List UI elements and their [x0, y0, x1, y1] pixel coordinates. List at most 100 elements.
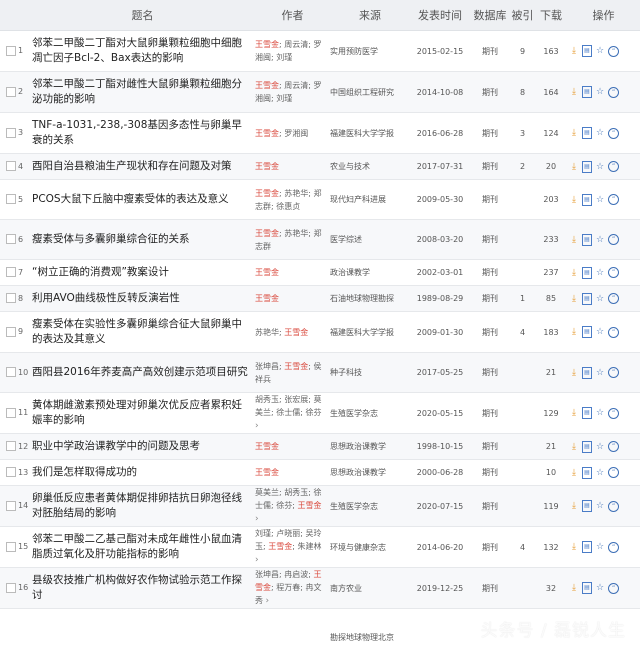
favorite-icon[interactable]: ☆	[594, 582, 606, 594]
favorite-icon[interactable]: ☆	[594, 441, 606, 453]
source-link[interactable]: 环境与健康杂志	[330, 527, 410, 568]
source-link[interactable]: 中国组织工程研究	[330, 72, 410, 113]
source-link[interactable]: 福建医科大学学报	[330, 113, 410, 154]
cite-icon[interactable]: ”	[608, 326, 619, 338]
author-highlight[interactable]: 王雪金	[255, 442, 279, 451]
read-icon[interactable]: ▤	[582, 233, 592, 246]
author-highlight[interactable]: 王雪金	[255, 162, 279, 171]
article-title-link[interactable]: 我们是怎样取得成功的	[30, 460, 255, 486]
download-icon[interactable]: ⤓	[568, 582, 580, 594]
favorite-icon[interactable]: ☆	[594, 194, 606, 206]
source-link[interactable]: 生殖医学杂志	[330, 486, 410, 527]
row-checkbox[interactable]	[6, 267, 16, 278]
download-icon[interactable]: ⤓	[568, 293, 580, 305]
row-checkbox[interactable]	[6, 326, 16, 337]
favorite-icon[interactable]: ☆	[594, 234, 606, 246]
cited-count[interactable]	[510, 220, 535, 260]
cite-icon[interactable]: ”	[608, 194, 619, 205]
row-checkbox[interactable]	[6, 45, 16, 56]
cited-count[interactable]: 3	[510, 113, 535, 154]
author-name[interactable]: ; 罗湘闽	[279, 129, 308, 138]
favorite-icon[interactable]: ☆	[594, 127, 606, 139]
download-icon[interactable]: ⤓	[568, 441, 580, 453]
article-title-link[interactable]: 瘦素受体在实验性多囊卵巢综合征大鼠卵巢中的表达及其意义	[30, 312, 255, 353]
header-database[interactable]: 数据库	[470, 0, 510, 31]
download-icon[interactable]: ⤓	[568, 326, 580, 338]
download-icon[interactable]: ⤓	[568, 500, 580, 512]
article-title-link[interactable]: 利用AVO曲线极性反转反演岩性	[30, 286, 255, 312]
header-source[interactable]: 来源	[330, 0, 410, 31]
header-author[interactable]: 作者	[255, 0, 330, 31]
cite-icon[interactable]: ”	[608, 500, 619, 512]
more-authors-icon[interactable]: ›	[255, 421, 259, 431]
download-icon[interactable]: ⤓	[568, 86, 580, 98]
cited-count[interactable]: 4	[510, 312, 535, 353]
cited-count[interactable]	[510, 460, 535, 486]
author-highlight[interactable]: 王雪金	[255, 468, 279, 477]
row-checkbox[interactable]	[6, 194, 16, 205]
article-title-link[interactable]: 职业中学政治课教学中的问题及思考	[30, 434, 255, 460]
read-icon[interactable]: ▤	[582, 541, 592, 553]
favorite-icon[interactable]: ☆	[594, 293, 606, 305]
read-icon[interactable]: ▤	[582, 292, 592, 305]
article-title-link[interactable]: 瘦素受体与多囊卵巢综合征的关系	[30, 220, 255, 260]
row-checkbox[interactable]	[6, 127, 16, 138]
cite-icon[interactable]: ”	[608, 234, 619, 245]
cite-icon[interactable]: ”	[608, 161, 619, 172]
cite-icon[interactable]: ”	[608, 407, 619, 419]
source-link[interactable]: 石油地球物理勘探	[330, 286, 410, 312]
read-icon[interactable]: ▤	[582, 266, 592, 279]
favorite-icon[interactable]: ☆	[594, 367, 606, 379]
download-icon[interactable]: ⤓	[568, 194, 580, 206]
author-name[interactable]: 苏艳华;	[255, 328, 284, 337]
source-link[interactable]: 医学综述	[330, 220, 410, 260]
author-name[interactable]: 张坤昌;	[255, 362, 284, 371]
author-name[interactable]: ; 朱建林	[292, 542, 321, 551]
cite-icon[interactable]: ”	[608, 467, 619, 478]
row-checkbox[interactable]	[6, 161, 16, 172]
cited-count[interactable]: 4	[510, 527, 535, 568]
article-title-link[interactable]: 邻苯二甲酸二丁酯对大鼠卵巢颗粒细胞中细胞凋亡因子Bcl-2、Bax表达的影响	[30, 31, 255, 72]
article-title-link[interactable]: 酉阳县2016年荞麦高产高效创建示范项目研究	[30, 353, 255, 393]
cited-count[interactable]	[510, 180, 535, 220]
header-cited[interactable]: 被引	[510, 0, 535, 31]
source-link[interactable]: 实用预防医学	[330, 31, 410, 72]
cited-count[interactable]: 8	[510, 72, 535, 113]
favorite-icon[interactable]: ☆	[594, 161, 606, 173]
row-checkbox[interactable]	[6, 500, 16, 511]
row-checkbox[interactable]	[6, 441, 16, 452]
author-name[interactable]: 张坤昌; 冉启波;	[255, 570, 313, 579]
read-icon[interactable]: ▤	[582, 366, 592, 379]
header-title[interactable]: 题名	[30, 0, 255, 31]
cite-icon[interactable]: ”	[608, 86, 619, 98]
cite-icon[interactable]: ”	[608, 293, 619, 304]
author-highlight[interactable]: 王雪金	[255, 40, 279, 49]
author-highlight[interactable]: 王雪金	[297, 501, 321, 510]
cite-icon[interactable]: ”	[608, 541, 619, 553]
favorite-icon[interactable]: ☆	[594, 500, 606, 512]
read-icon[interactable]: ▤	[582, 193, 592, 206]
source-link[interactable]: 政治课教学	[330, 260, 410, 286]
cited-count[interactable]: 2	[510, 154, 535, 180]
row-checkbox[interactable]	[6, 367, 16, 378]
source-link[interactable]: 种子科技	[330, 353, 410, 393]
author-highlight[interactable]: 王雪金	[255, 189, 279, 198]
cited-count[interactable]	[510, 568, 535, 609]
read-icon[interactable]: ▤	[582, 582, 592, 594]
article-title-link[interactable]: 邻苯二甲酸二乙基己酯对未成年雌性小鼠血清脂质过氧化及肝功能指标的影响	[30, 527, 255, 568]
cited-count[interactable]	[510, 434, 535, 460]
article-title-link[interactable]: 酉阳自治县粮油生产现状和存在问题及对策	[30, 154, 255, 180]
author-highlight[interactable]: 王雪金	[255, 229, 279, 238]
cite-icon[interactable]: ”	[608, 441, 619, 452]
article-title-link[interactable]: “树立正确的消费观”教案设计	[30, 260, 255, 286]
read-icon[interactable]: ▤	[582, 407, 592, 419]
download-icon[interactable]: ⤓	[568, 45, 580, 57]
cite-icon[interactable]: ”	[608, 127, 619, 139]
download-icon[interactable]: ⤓	[568, 541, 580, 553]
download-icon[interactable]: ⤓	[568, 161, 580, 173]
download-icon[interactable]: ⤓	[568, 367, 580, 379]
article-title-link[interactable]: 卵巢低反应患者黄体期促排卵拮抗日卵泡径线对胚胎结局的影响	[30, 486, 255, 527]
row-checkbox[interactable]	[6, 582, 16, 593]
cited-count[interactable]	[510, 486, 535, 527]
cite-icon[interactable]: ”	[608, 367, 619, 378]
